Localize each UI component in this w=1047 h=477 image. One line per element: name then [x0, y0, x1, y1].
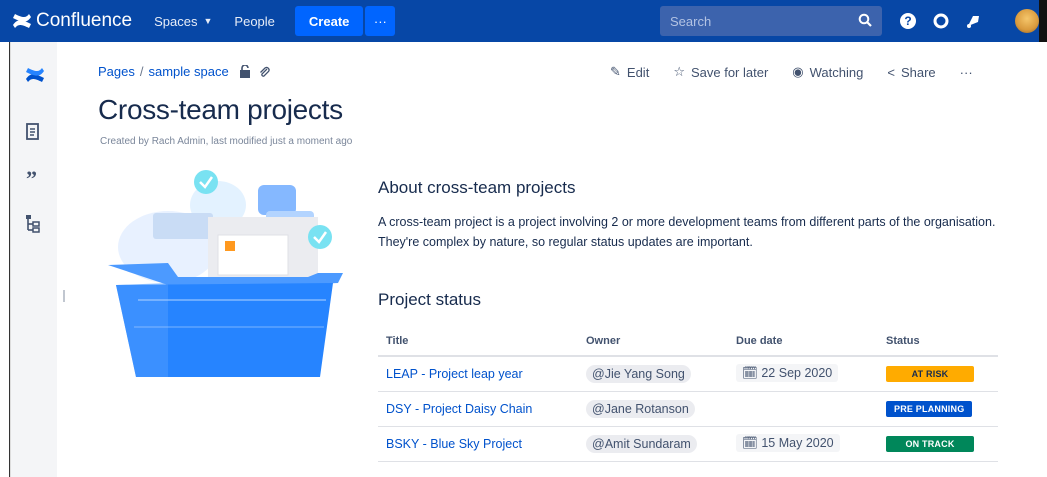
table-row: BSKY - Blue Sky Project @Amit Sundaram 🗓… [378, 426, 998, 462]
sidebar: ” [10, 42, 57, 477]
due-date: 🗓 22 Sep 2020 [736, 364, 839, 383]
watching-label: Watching [809, 64, 864, 80]
confluence-logo[interactable]: Confluence [12, 10, 132, 32]
project-link[interactable]: LEAP - Project leap year [386, 367, 523, 381]
column-header-owner: Owner [578, 326, 728, 357]
page-actions: ✎ Edit ☆ Save for later ◉ Watching < Sha… [610, 64, 997, 80]
app-name: Confluence [36, 10, 133, 31]
calendar-icon: 🗓 [742, 436, 758, 450]
table-header-row: Title Owner Due date Status [378, 326, 998, 357]
more-actions-label: ··· [959, 64, 973, 80]
table-row: LEAP - Project leap year @Jie Yang Song … [378, 356, 998, 392]
breadcrumb-pages[interactable]: Pages [98, 64, 135, 79]
more-actions-button[interactable]: ··· [960, 64, 973, 80]
due-date-value: 15 May 2020 [761, 436, 834, 450]
column-header-due-date: Due date [728, 326, 878, 357]
create-more-button[interactable]: ··· [365, 6, 396, 36]
help-icon[interactable]: ? [899, 12, 917, 30]
project-status-heading: Project status [378, 290, 481, 309]
left-edge [0, 42, 10, 477]
share-button[interactable]: < Share [887, 64, 935, 80]
edit-label: Edit [626, 64, 650, 80]
breadcrumb-separator: / [139, 64, 144, 79]
due-date-value: 22 Sep 2020 [761, 366, 833, 381]
create-button[interactable]: Create [294, 6, 364, 36]
tree-icon[interactable] [25, 214, 41, 234]
search-input[interactable]: Search [660, 6, 882, 36]
avatar[interactable] [1015, 9, 1039, 33]
page-byline: Created by Rach Admin, last modified jus… [100, 136, 353, 147]
about-heading: About cross-team projects [378, 178, 576, 197]
people-label: People [234, 13, 275, 29]
search-icon [858, 13, 872, 27]
people-link[interactable]: People [234, 14, 274, 29]
quote-icon[interactable]: ” [25, 170, 43, 186]
owner-mention[interactable]: @Amit Sundaram [586, 434, 697, 453]
column-header-title: Title [378, 326, 578, 357]
breadcrumb: Pages / sample space [98, 64, 270, 79]
spaces-label: Spaces [154, 13, 198, 29]
edit-button[interactable]: ✎ Edit [610, 64, 649, 80]
breadcrumb-space[interactable]: sample space [149, 64, 229, 79]
top-navigation: Confluence Spaces ▼ People Create ··· Se… [0, 0, 1047, 42]
spaces-menu[interactable]: Spaces ▼ [154, 14, 212, 29]
status-badge: PRE PLANNING [886, 400, 973, 417]
lock-icon[interactable] [239, 65, 251, 78]
project-status-table: Title Owner Due date Status LEAP - Proje… [378, 326, 998, 462]
eye-icon: ◉ [792, 64, 804, 79]
svg-text:”: ” [26, 170, 37, 186]
chevron-down-icon: ▼ [203, 16, 213, 26]
project-link[interactable]: BSKY - Blue Sky Project [386, 437, 522, 451]
due-date-empty [728, 391, 878, 427]
share-icon: < [887, 64, 895, 80]
confluence-logo-icon [13, 14, 31, 28]
cross-team-illustration [108, 170, 343, 377]
column-header-status: Status [878, 326, 998, 357]
confluence-logo-icon[interactable] [25, 66, 45, 84]
attachment-icon[interactable] [259, 66, 270, 78]
search-placeholder: Search [670, 13, 712, 29]
sidebar-resize-handle[interactable] [63, 290, 65, 302]
owner-mention[interactable]: @Jie Yang Song [586, 364, 691, 383]
save-for-later-label: Save for later [690, 64, 769, 80]
about-text: A cross-team project is a project involv… [378, 215, 996, 249]
status-badge: ON TRACK [886, 435, 974, 452]
notifications-icon[interactable] [964, 12, 982, 30]
page-title: Cross-team projects [98, 94, 343, 125]
due-date: 🗓 15 May 2020 [736, 434, 840, 452]
table-row: DSY - Project Daisy Chain @Jane Rotanson… [378, 391, 998, 427]
calendar-icon: 🗓 [742, 366, 758, 381]
svg-text:?: ? [904, 14, 911, 28]
pencil-icon: ✎ [610, 64, 621, 79]
pages-icon[interactable] [25, 122, 41, 142]
watching-button[interactable]: ◉ Watching [792, 64, 863, 80]
star-icon: ☆ [673, 64, 685, 79]
share-label: Share [900, 64, 936, 80]
status-badge: AT RISK [886, 365, 974, 382]
owner-mention[interactable]: @Jane Rotanson [586, 399, 695, 418]
project-link[interactable]: DSY - Project Daisy Chain [386, 402, 532, 416]
settings-icon[interactable] [932, 12, 950, 30]
save-for-later-button[interactable]: ☆ Save for later [673, 64, 768, 80]
